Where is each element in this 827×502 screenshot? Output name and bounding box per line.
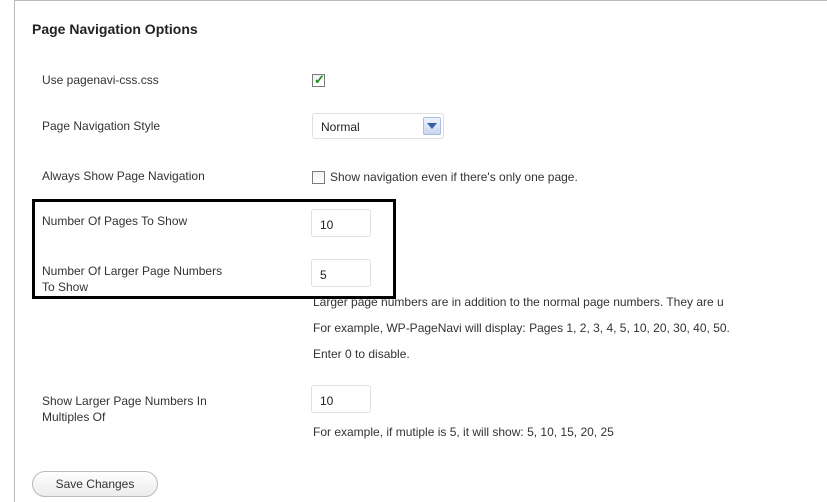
multiples-label-line2: Multiples Of: [42, 410, 106, 424]
num-larger-desc-3: Enter 0 to disable.: [313, 347, 410, 361]
multiples-desc: For example, if mutiple is 5, it will sh…: [313, 425, 614, 439]
style-label: Page Navigation Style: [42, 119, 161, 133]
multiples-label: Show Larger Page Numbers In Multiples Of: [42, 393, 207, 425]
dropdown-arrow[interactable]: [423, 117, 441, 135]
style-select-value: Normal: [321, 120, 360, 134]
section-title: Page Navigation Options: [32, 21, 198, 37]
use-css-checkbox[interactable]: ✓: [312, 72, 325, 87]
use-css-label: Use pagenavi-css.css: [42, 73, 159, 87]
multiples-value: 10: [320, 394, 334, 408]
style-select[interactable]: Normal: [312, 113, 444, 139]
chevron-down-icon: [427, 123, 437, 129]
multiples-input[interactable]: 10: [311, 385, 371, 413]
multiples-label-line1: Show Larger Page Numbers In: [42, 394, 207, 408]
always-show-checkbox-text: Show navigation even if there's only one…: [330, 170, 578, 184]
checkmark-icon: ✓: [314, 72, 325, 87]
num-larger-desc-2: For example, WP-PageNavi will display: P…: [313, 321, 730, 335]
highlight-box: [32, 199, 396, 299]
always-show-checkbox[interactable]: [312, 171, 325, 184]
save-changes-button[interactable]: Save Changes: [32, 471, 158, 497]
always-show-label: Always Show Page Navigation: [42, 169, 205, 183]
